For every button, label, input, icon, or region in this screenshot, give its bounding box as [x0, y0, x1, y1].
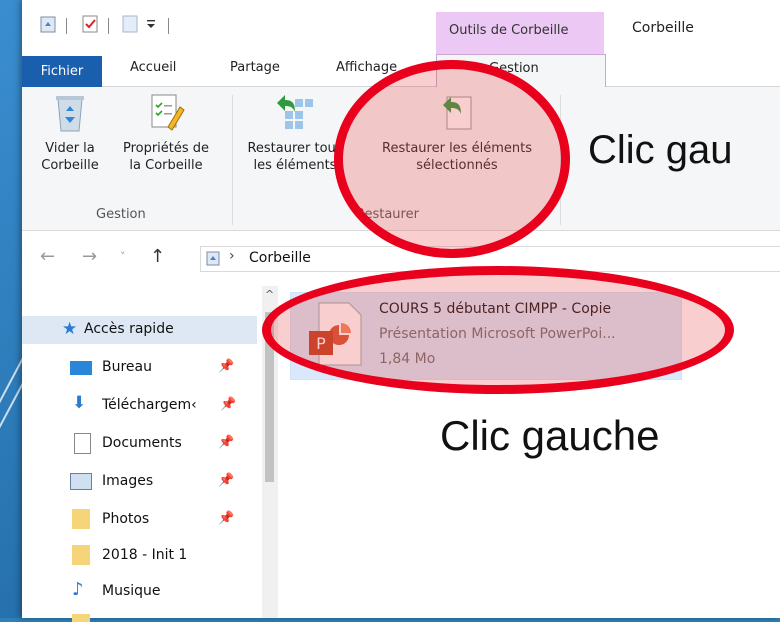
empty-bin-label-1: Vider la	[45, 141, 95, 156]
scroll-up-icon[interactable]: ^	[265, 288, 274, 301]
recycle-bin-small-icon[interactable]	[38, 14, 58, 34]
nav-item-label: Photos	[102, 511, 150, 527]
pin-icon[interactable]: 📌	[218, 435, 234, 450]
pin-icon[interactable]: 📌	[218, 473, 234, 488]
customize-dropdown-icon[interactable]	[144, 18, 158, 30]
qat-separator	[168, 18, 169, 34]
up-arrow-icon[interactable]: ↑	[150, 246, 165, 267]
forward-arrow-icon[interactable]: →	[82, 246, 97, 267]
nav-item-label: Documents	[102, 435, 182, 451]
ribbon-group-separator	[232, 95, 233, 225]
contextual-tab-group-label: Outils de Corbeille	[449, 23, 569, 38]
nav-item-photos[interactable]: Photos 📌	[22, 506, 257, 534]
quick-access-toolbar: Outils de Corbeille Corbeille	[22, 0, 780, 56]
nav-item-label: 2018 - Init 1	[102, 547, 188, 563]
properties-label-2: la Corbeille	[129, 158, 203, 173]
nav-item-downloads[interactable]: ⬇ Téléchargem‹ 📌	[22, 392, 257, 420]
qat-separator	[108, 18, 109, 34]
images-icon	[70, 473, 92, 490]
back-arrow-icon[interactable]: ←	[40, 246, 55, 267]
nav-item-music[interactable]: ♪ Musique	[22, 578, 257, 606]
properties-check-icon[interactable]	[80, 14, 100, 34]
annotation-top: Clic gau	[588, 128, 733, 172]
tab-share[interactable]: Partage	[230, 60, 280, 75]
folder-icon	[72, 509, 90, 529]
folder-icon	[72, 545, 90, 565]
recent-locations-chevron-icon[interactable]: ˅	[120, 250, 126, 263]
nav-quick-access-label: Accès rapide	[84, 321, 174, 337]
nav-item-2018-init-1[interactable]: 2018 - Init 1	[22, 542, 257, 570]
recycle-bin-location-icon	[206, 251, 220, 266]
properties-label-1: Propriétés de	[122, 141, 210, 156]
window-title: Corbeille	[632, 20, 694, 36]
nav-item-bureau[interactable]: Bureau 📌	[22, 354, 257, 382]
recycle-bin-icon	[56, 96, 84, 132]
properties-pencil-icon	[151, 94, 185, 131]
folder-icon	[72, 614, 90, 622]
tab-home[interactable]: Accueil	[130, 60, 176, 75]
star-icon: ★	[62, 319, 78, 339]
address-location[interactable]: Corbeille	[249, 250, 311, 266]
pin-icon[interactable]: 📌	[218, 359, 234, 374]
empty-recycle-bin-button[interactable]: Vider la Corbeille	[34, 91, 106, 174]
nav-quick-access[interactable]: ★ Accès rapide	[22, 316, 257, 344]
pin-icon[interactable]: 📌	[218, 511, 234, 526]
highlight-ellipse-file	[262, 266, 734, 394]
nav-item-label: Bureau	[102, 359, 152, 375]
qat-separator	[66, 18, 67, 34]
contextual-tab-group: Outils de Corbeille	[436, 12, 604, 56]
nav-item-documents[interactable]: Documents 📌	[22, 430, 257, 458]
nav-item-images[interactable]: Images 📌	[22, 468, 257, 496]
recycle-bin-properties-button[interactable]: Propriétés de la Corbeille	[110, 91, 222, 174]
group-label-manage: Gestion	[96, 207, 146, 222]
nav-item-label: Téléchargem‹	[102, 397, 197, 413]
music-note-icon: ♪	[72, 579, 84, 600]
pin-icon[interactable]: 📌	[220, 397, 236, 412]
annotation-middle: Clic gauche	[440, 412, 660, 459]
nav-item-label: Musique	[102, 583, 161, 599]
navigation-pane: ★ Accès rapide Bureau 📌 ⬇ Téléchargem‹ 📌…	[22, 286, 262, 622]
tab-view[interactable]: Affichage	[336, 60, 397, 75]
download-arrow-icon: ⬇	[72, 393, 87, 413]
address-chevron[interactable]: ›	[229, 248, 235, 264]
restore-all-icon	[277, 95, 313, 129]
tab-file[interactable]: Fichier	[22, 56, 102, 88]
document-icon	[74, 433, 91, 454]
nav-item-label: Images	[102, 473, 154, 489]
blank-page-icon[interactable]	[120, 14, 140, 34]
desktop-icon	[70, 361, 92, 375]
empty-bin-label-2: Corbeille	[41, 158, 99, 173]
highlight-ellipse-restore	[334, 60, 570, 258]
